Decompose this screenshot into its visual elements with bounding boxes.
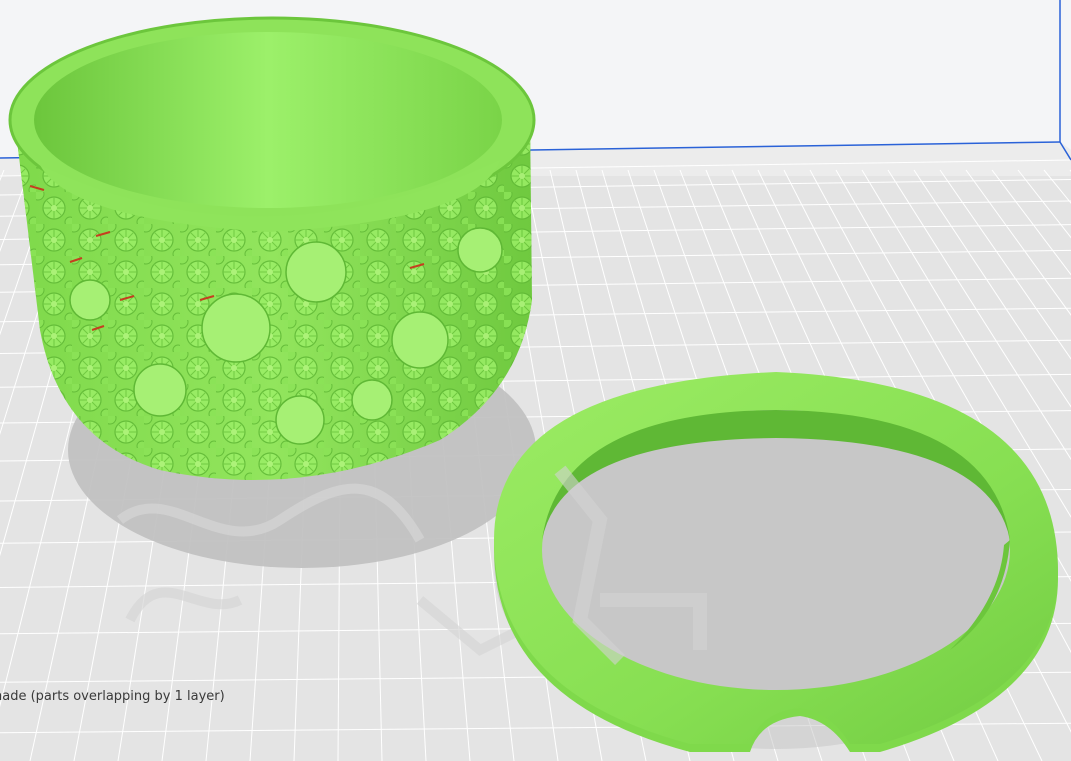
- model-lid-ring[interactable]: [494, 372, 1058, 752]
- 3d-viewport[interactable]: [0, 0, 1071, 761]
- flower-box-inner-wall: [34, 32, 502, 208]
- status-message: nade (parts overlapping by 1 layer): [0, 689, 225, 704]
- model-flower-box[interactable]: [8, 16, 536, 480]
